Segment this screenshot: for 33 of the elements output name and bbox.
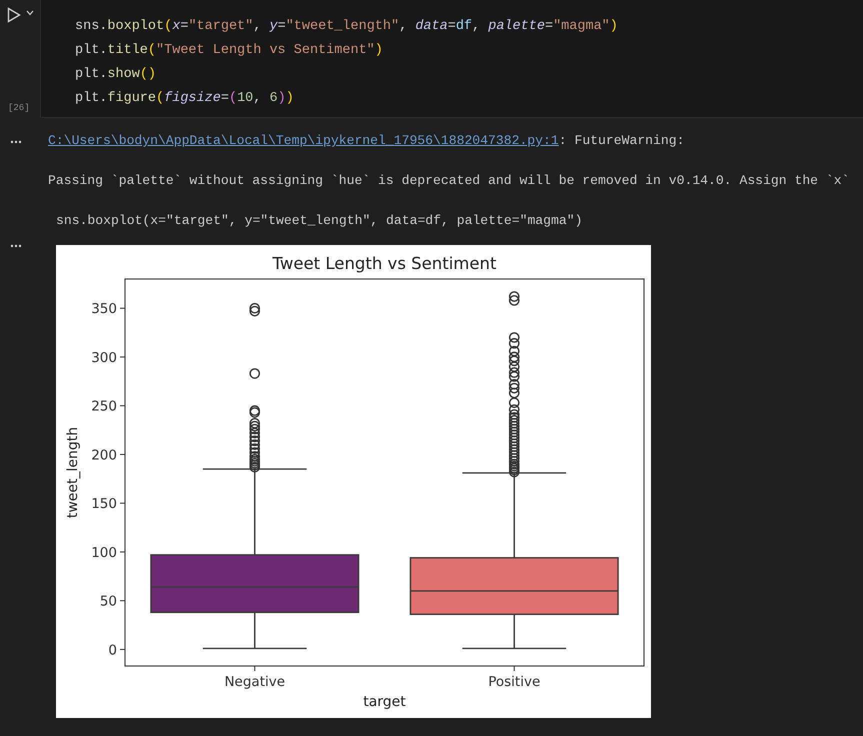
chart-title: Tweet Length vs Sentiment [272,254,496,273]
chevron-down-icon[interactable] [26,10,34,16]
category-label: Positive [488,674,540,690]
execution-count: [26] [8,102,30,115]
code-editor[interactable]: sns.boxplot(x="target", y="tweet_length", data=df, palette="magma") plt.title("Tweet Length vs Sentiment") plt.show() plt.figure(figsize=(10, 6)) [40,0,863,118]
tick-label: 150 [91,496,117,512]
tick-mark [120,551,126,552]
warning-category: : FutureWarning: [558,133,684,148]
tick-mark [120,648,126,650]
axis-title: target [363,694,406,710]
more-icon[interactable] [10,140,22,144]
tick-label: 0 [108,642,117,658]
tick-mark [120,405,126,406]
tick-mark [120,600,126,602]
tick-mark [254,666,256,672]
tick-mark [120,502,126,504]
source-line: sns.boxplot(x="target", y="tweet_length", data=df, palette="magma") [55,212,584,230]
tick-label: 200 [91,447,117,464]
more-icon[interactable] [10,244,22,248]
tick-mark [120,308,126,309]
axis-title: tweet_length [65,426,81,518]
tick-mark [120,356,126,358]
file-link[interactable]: C:\Users\bodyn\AppData\Local\Temp\ipykernel_17956\1882047382.py:1 [48,133,559,148]
tick-label: 250 [91,398,117,415]
tick-label: 50 [100,594,117,610]
tick-mark [514,666,515,672]
warning-message: Passing `palette` without assigning `hue` is deprecated and will be removed in v0.14.0. Assign the `x` [47,172,850,190]
tick-mark [120,454,126,455]
tick-label: 350 [91,301,117,318]
tick-label: 100 [91,544,117,561]
category-label: Negative [224,674,286,690]
tick-label: 300 [91,350,117,366]
run-icon[interactable] [7,7,21,23]
